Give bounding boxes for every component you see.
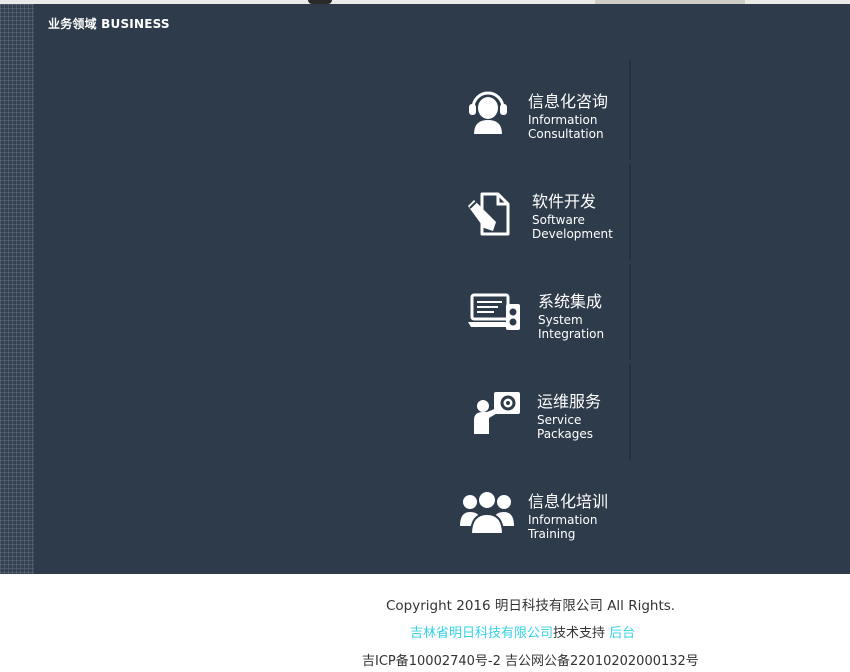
service-item-software[interactable]: 软件开发 Software Development [466,188,626,244]
service-title-zh: 软件开发 [532,192,597,211]
admin-link[interactable]: 后台 [609,626,635,641]
service-title-zh: 系统集成 [538,292,603,311]
service-title-en: Software Development [532,213,613,241]
divider-line [629,164,631,260]
presenter-gear-icon [472,390,522,436]
service-title-zh: 运维服务 [537,392,602,411]
business-section: 业务领域 BUSINESS 信息化咨询 Information Consulta… [0,4,850,574]
support-company-link[interactable]: 吉林省明日科技有限公司 [410,626,553,641]
service-item-integration[interactable]: 系统集成 System Integration [468,288,628,344]
service-title-en: System Integration [538,313,605,341]
page-footer: Copyright 2016 明日科技有限公司 All Rights. 吉林省明… [0,574,850,672]
service-title-en: Service Packages [537,413,593,441]
icp-record-text: 吉ICP备10002740号-2 吉公网公备22010202000132号 [362,654,699,669]
section-title: 业务领域 BUSINESS [48,17,170,31]
service-title-en: Information Training [528,513,598,541]
service-item-consultation[interactable]: 信息化咨询 Information Consultation [466,88,626,144]
document-pencil-icon [466,190,514,238]
support-text: 技术支持 [553,626,606,641]
computer-gear-icon [468,292,522,332]
service-item-training[interactable]: 信息化培训 Information Training [460,488,630,544]
tech-support-line: 吉林省明日科技有限公司技术支持 后台 [410,622,635,641]
service-title-zh: 信息化咨询 [528,92,609,111]
divider-line [629,60,631,160]
service-title-en: Information Consultation [528,113,604,141]
service-item-packages[interactable]: 运维服务 Service Packages [472,388,632,444]
service-title-zh: 信息化培训 [528,492,609,511]
divider-line [629,264,631,360]
copyright-text: Copyright 2016 明日科技有限公司 All Rights. [386,598,676,614]
grid-pattern-strip [0,4,34,574]
group-people-icon [460,488,514,534]
headset-person-icon [466,88,510,138]
